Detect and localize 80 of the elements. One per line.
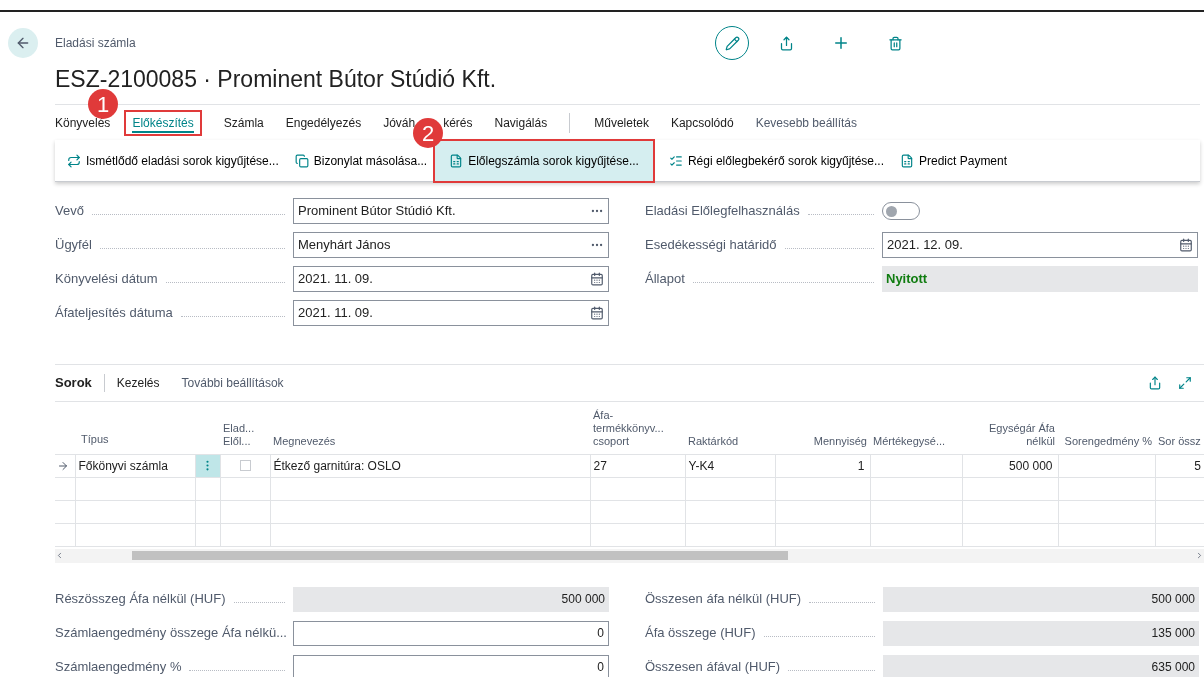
- action-icon: [67, 153, 81, 168]
- field-label: Áfa összege (HUF): [645, 624, 756, 643]
- table-cell: Étkező garnitúra: OSLO: [270, 454, 590, 477]
- action-button[interactable]: Bizonylat másolása...: [292, 145, 430, 176]
- action-button[interactable]: Előlegszámla sorok kigyűjtése...: [433, 138, 655, 183]
- input-field[interactable]: 2021. 12. 09.: [882, 232, 1198, 258]
- current-row-icon: [57, 459, 69, 472]
- total-value: 500 000: [293, 586, 609, 612]
- action-icon: [449, 153, 464, 168]
- ribbon-tab[interactable]: Kapcsolódó: [670, 109, 734, 136]
- column-header[interactable]: Mennyiség: [775, 402, 870, 454]
- pencil-icon: [724, 35, 740, 51]
- step-badge: 1: [88, 89, 118, 119]
- table-cell: 1: [775, 454, 870, 477]
- table-cell: Y-K4: [685, 454, 775, 477]
- input-field[interactable]: 2021. 11. 09.: [293, 266, 609, 292]
- share-icon[interactable]: [1148, 376, 1162, 390]
- input-field[interactable]: Prominent Bútor Stúdió Kft.: [293, 198, 609, 224]
- column-header[interactable]: Egységár Áfa nélkül: [962, 402, 1058, 454]
- total-value: 500 000: [883, 586, 1199, 612]
- calendar-icon[interactable]: [590, 272, 604, 286]
- ribbon-tab[interactable]: Engedélyezés: [285, 109, 362, 136]
- column-header[interactable]: Megnevezés: [270, 402, 590, 454]
- action-button[interactable]: Régi előlegbekérő sorok kigyűjtése...: [666, 145, 886, 176]
- input-field[interactable]: Menyhárt János: [293, 232, 609, 258]
- calendar-icon[interactable]: [590, 306, 604, 320]
- field-label: Állapot: [645, 270, 685, 289]
- total-value: 635 000: [883, 654, 1199, 677]
- table-cell: 27: [590, 454, 685, 477]
- action-button[interactable]: Predict Payment: [898, 145, 1010, 176]
- input-field[interactable]: 0: [293, 620, 609, 646]
- field-label: Vevő: [55, 202, 84, 221]
- section-title: Sorok: [55, 374, 92, 393]
- column-header[interactable]: Elad... Elől...: [220, 402, 270, 454]
- field-label: Összesen áfával (HUF): [645, 658, 781, 677]
- action-icon: [668, 153, 683, 168]
- column-header[interactable]: Áfa-termékkönyv... csoport: [590, 402, 685, 454]
- status-value: Nyitott: [882, 266, 1198, 292]
- breadcrumb: Eladási számla: [55, 35, 137, 52]
- table-cell: 500 000: [962, 454, 1058, 477]
- share-icon[interactable]: [779, 35, 794, 51]
- ribbon-tab[interactable]: Műveletek: [594, 109, 649, 136]
- delete-icon[interactable]: [888, 35, 903, 51]
- field-label: Összesen áfa nélkül (HUF): [645, 590, 802, 609]
- field-label: Esedékességi határidő: [645, 236, 777, 255]
- ribbon-tab[interactable]: Előkészítés: [124, 109, 202, 136]
- table-cell: 5: [1155, 454, 1204, 477]
- field-label: Számlaengedmény %: [55, 658, 182, 677]
- add-icon[interactable]: [832, 34, 850, 52]
- action-button[interactable]: Ismétlődő eladási sorok kigyűjtése...: [65, 145, 281, 176]
- horizontal-scrollbar[interactable]: [55, 548, 1204, 563]
- column-header[interactable]: Típus: [75, 402, 195, 454]
- total-value: 135 000: [883, 620, 1199, 646]
- menu-tab[interactable]: További beállítások: [181, 374, 284, 392]
- action-icon: [294, 153, 309, 168]
- input-field[interactable]: 2021. 11. 09.: [293, 300, 609, 326]
- field-label: Áfateljesítés dátuma: [55, 304, 173, 323]
- column-header[interactable]: Sorengedmény %: [1058, 402, 1155, 454]
- calendar-icon[interactable]: [1179, 238, 1193, 252]
- action-icon: [900, 153, 914, 168]
- field-label: Ügyfél: [55, 236, 92, 255]
- table-cell: Főkönyvi számla: [75, 454, 195, 477]
- column-header[interactable]: Sor össz: [1155, 402, 1204, 454]
- ribbon-tab[interactable]: Számla: [223, 109, 264, 136]
- menu-tab[interactable]: Kezelés: [116, 374, 160, 392]
- column-header[interactable]: Raktárkód: [685, 402, 775, 454]
- checkbox[interactable]: [239, 460, 251, 471]
- ribbon-tab[interactable]: Navigálás: [494, 109, 548, 136]
- expand-icon[interactable]: [1178, 376, 1192, 390]
- ribbon-tab[interactable]: Kevesebb beállítás: [755, 109, 858, 136]
- column-header[interactable]: Mértékegysé...: [870, 402, 962, 454]
- scroll-left-icon[interactable]: [55, 551, 64, 560]
- back-button[interactable]: [8, 28, 38, 58]
- toggle-switch[interactable]: [882, 202, 920, 220]
- field-label: Részösszeg Áfa nélkül (HUF): [55, 590, 226, 609]
- scroll-right-icon[interactable]: [1195, 551, 1204, 560]
- input-field[interactable]: 0: [293, 654, 609, 677]
- field-label: Könyvelési dátum: [55, 270, 158, 289]
- field-label: Számlaengedmény összege Áfa nélkü...: [55, 624, 287, 643]
- field-label: Eladási Előlegfelhasználás: [645, 202, 800, 221]
